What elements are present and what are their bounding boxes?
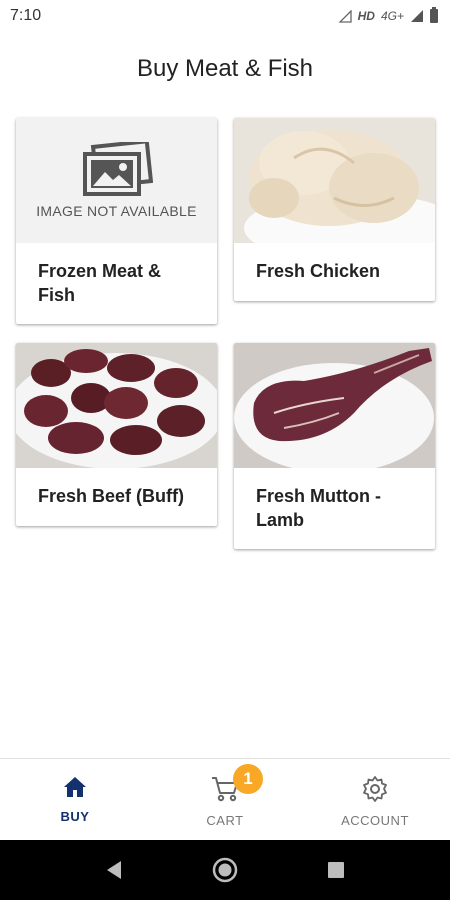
image-not-available-placeholder: IMAGE NOT AVAILABLE [16,118,217,243]
bottom-navigation: BUY 1 CART ACCOUNT [0,758,450,840]
chicken-image [234,118,435,243]
system-navigation-bar [0,840,450,900]
nav-account[interactable]: ACCOUNT [300,759,450,840]
image-placeholder-icon [82,142,153,196]
category-label: Fresh Mutton - Lamb [256,486,381,530]
status-time: 7:10 [10,7,42,24]
recents-icon[interactable] [326,860,346,880]
screen: 7:10 HD 4G+ Buy Meat & Fish IMAGE NOT AV… [0,0,450,900]
category-label: Fresh Chicken [256,261,381,281]
cart-count-badge: 1 [233,764,263,794]
back-icon[interactable] [104,859,124,881]
mutton-image [234,343,435,468]
nav-buy[interactable]: BUY [0,759,150,840]
status-bar: 7:10 HD 4G+ [0,0,450,32]
nav-account-label: ACCOUNT [341,813,409,828]
nav-buy-label: BUY [60,809,90,824]
home-button-icon[interactable] [212,857,238,883]
nav-cart-label: CART [206,813,244,828]
category-card-mutton[interactable]: Fresh Mutton - Lamb [234,343,435,549]
wifi-signal-icon [338,9,352,23]
page-title: Buy Meat & Fish [136,55,314,82]
beef-photo [16,343,217,468]
chicken-photo [234,118,435,243]
network-type-label: 4G+ [380,9,404,23]
mutton-photo [234,343,435,468]
gear-icon [363,776,387,802]
nav-cart[interactable]: 1 CART [150,759,300,840]
category-card-frozen[interactable]: IMAGE NOT AVAILABLE Frozen Meat & Fish [16,118,217,324]
status-icons: HD 4G+ [338,7,438,23]
category-card-beef[interactable]: Fresh Beef (Buff) [16,343,217,526]
network-hd-label: HD [357,9,375,23]
category-card-chicken[interactable]: Fresh Chicken [234,118,435,301]
battery-icon [430,7,438,23]
category-label: Frozen Meat & Fish [38,261,162,305]
beef-image [16,343,217,468]
home-icon [64,777,86,797]
cell-signal-icon [411,10,423,22]
category-label: Fresh Beef (Buff) [38,486,185,506]
image-not-available-text: IMAGE NOT AVAILABLE [36,203,197,219]
